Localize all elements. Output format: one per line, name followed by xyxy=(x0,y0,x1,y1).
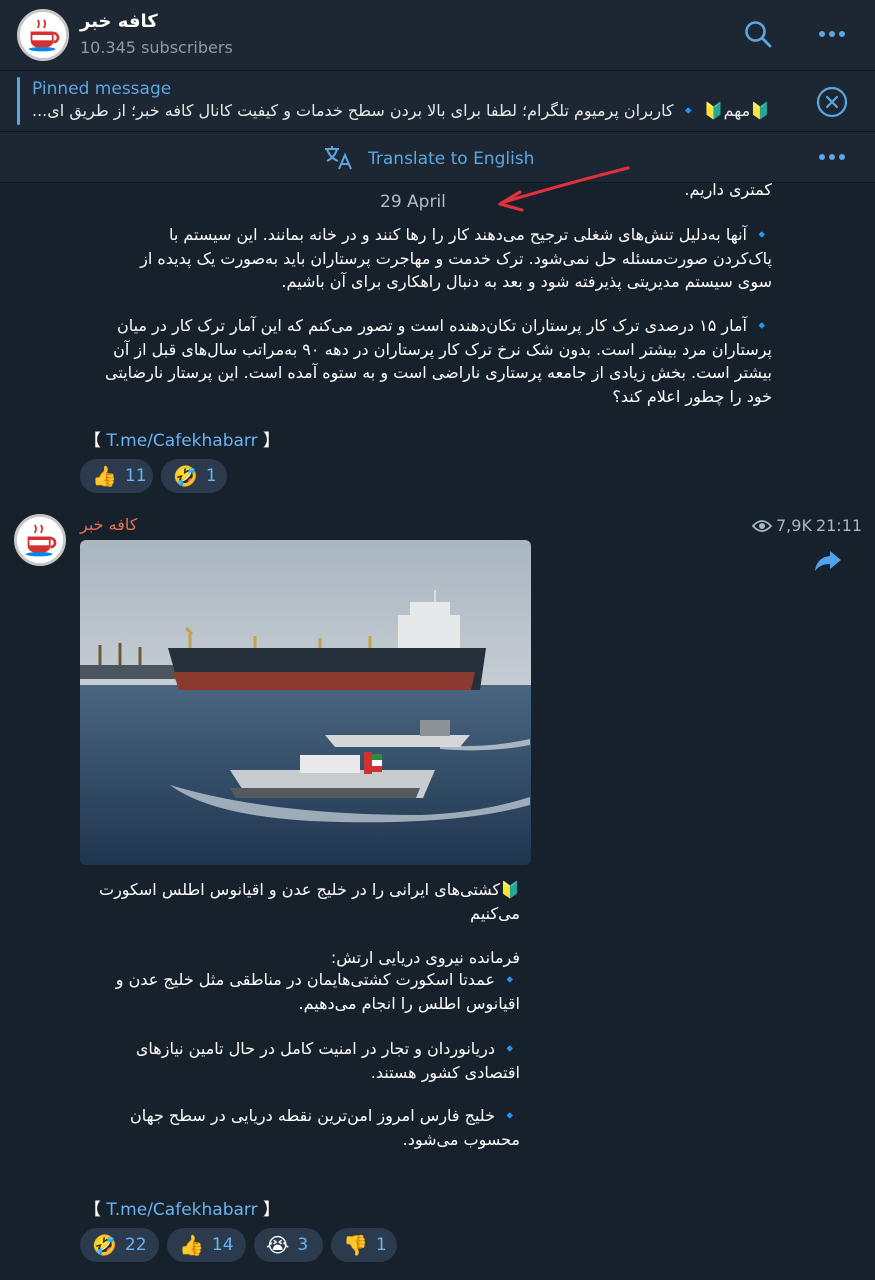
crying-icon: 😭 xyxy=(266,1233,290,1257)
reaction-count: 11 xyxy=(124,466,147,486)
text-line: 🔹 عمدتا اسکورت کشتی‌هایمان در مناطقی مثل… xyxy=(115,970,520,989)
more-icon xyxy=(819,31,845,37)
message2-point-1: 🔹 عمدتا اسکورت کشتی‌هایمان در مناطقی مثل… xyxy=(80,968,520,1015)
more-icon xyxy=(819,154,845,160)
text-line: می‌کنیم xyxy=(470,903,520,923)
share-icon xyxy=(815,551,841,571)
ship-photo-image xyxy=(80,540,531,865)
thumbs-up-icon: 👍 xyxy=(179,1233,204,1257)
reaction-count: 3 xyxy=(297,1235,309,1255)
reaction-rofl[interactable]: 🤣 22 xyxy=(80,1228,159,1262)
bracket-close: 】 xyxy=(263,1200,280,1220)
reaction-count: 14 xyxy=(211,1235,234,1255)
text-line: 🔹 آنها به‌دلیل تنش‌های شغلی ترجیح می‌دهن… xyxy=(168,225,772,244)
chat-header[interactable]: کافه خبر 10.345 subscribers xyxy=(0,0,875,70)
text-line: 🔹 دریانوردان و تجار در امنیت کامل در حال… xyxy=(135,1039,520,1058)
eye-icon xyxy=(752,519,772,532)
search-button[interactable] xyxy=(740,16,776,52)
reaction-rofl[interactable]: 🤣 1 xyxy=(161,459,227,493)
channel-logo-icon xyxy=(20,12,66,58)
date-separator: 29 April xyxy=(380,192,446,212)
translate-more-button[interactable] xyxy=(815,143,849,171)
text-line: اقتصادی کشور هستند. xyxy=(370,1062,520,1082)
reaction-crying[interactable]: 😭 3 xyxy=(254,1228,323,1262)
text-line: اقیانوس اطلس را انجام می‌دهیم. xyxy=(298,993,520,1013)
reaction-thumbs-up[interactable]: 👍 14 xyxy=(167,1228,246,1262)
message-author[interactable]: کافه خبر xyxy=(80,515,137,534)
reaction-thumbs-down[interactable]: 👎 1 xyxy=(331,1228,397,1262)
message1-paragraph-1: 🔹 آنها به‌دلیل تنش‌های شغلی ترجیح می‌دهن… xyxy=(80,223,772,294)
close-pinned-button[interactable] xyxy=(815,85,849,119)
text-line: 🔰کشتی‌های ایرانی را در خلیج عدن و اقیانو… xyxy=(99,880,520,899)
thumbs-up-icon: 👍 xyxy=(92,464,117,488)
text-line: فرمانده نیروی دریایی ارتش: xyxy=(330,948,520,967)
pinned-message-bar[interactable]: Pinned message 🔰مهم🔰 🔹 کاربران پرمیوم تل… xyxy=(0,70,875,131)
channel-link[interactable]: T.me/Cafekhabarr xyxy=(106,1200,257,1220)
translate-bar[interactable]: Translate to English xyxy=(0,131,875,183)
translate-icon xyxy=(325,146,352,170)
bracket-close: 】 xyxy=(263,431,280,451)
text-line: بیشتر است. بخش زیادی از جامعه پرستاری نا… xyxy=(105,363,772,382)
pinned-indicator xyxy=(17,77,20,125)
channel-avatar[interactable] xyxy=(17,9,69,61)
view-count: 7,9K xyxy=(776,516,812,535)
subscriber-count: 10.345 subscribers xyxy=(80,38,233,57)
message1-link-line: 【 T.me/Cafekhabarr 】 xyxy=(84,426,280,451)
close-icon xyxy=(816,86,848,118)
message-meta: 7,9K 21:11 xyxy=(752,516,862,535)
text-line: سوی سیستم مدیریتی پذیرفته شود و بعد به د… xyxy=(281,272,772,291)
reaction-count: 1 xyxy=(375,1235,387,1255)
search-icon xyxy=(745,21,772,48)
thumbs-down-icon: 👎 xyxy=(343,1233,368,1257)
message2-caption-title: 🔰کشتی‌های ایرانی را در خلیج عدن و اقیانو… xyxy=(80,878,520,925)
pinned-text: 🔰مهم🔰 🔹 کاربران پرمیوم تلگرام؛ لطفا برای… xyxy=(32,101,771,120)
channel-link[interactable]: T.me/Cafekhabarr xyxy=(106,431,257,451)
channel-title: کافه خبر xyxy=(80,11,158,32)
message2-point-3: 🔹 خلیج فارس امروز امن‌ترین نقطه دریایی د… xyxy=(80,1104,520,1151)
text-line: خود را چطور اعلام کند؟ xyxy=(612,386,772,406)
text-line: محسوب می‌شود. xyxy=(402,1129,520,1149)
message-avatar[interactable] xyxy=(14,514,66,566)
message-time: 21:11 xyxy=(815,516,863,535)
text-line: پرستاران مرد بیشتر است. بدون شک نرخ ترک … xyxy=(113,339,772,359)
message1-paragraph-2: 🔹 آمار ۱۵ درصدی ترک کار پرستاران تکان‌ده… xyxy=(80,314,772,408)
text-line: پاک‌کردن صورت‌مسئله حل نمی‌شود. ترک خدمت… xyxy=(140,248,772,268)
pinned-title: Pinned message xyxy=(32,79,172,99)
channel-logo-icon xyxy=(17,517,63,563)
message-photo[interactable] xyxy=(80,540,531,865)
reaction-thumbs-up[interactable]: 👍 11 xyxy=(80,459,153,493)
text-line: 🔹 خلیج فارس امروز امن‌ترین نقطه دریایی د… xyxy=(129,1106,520,1125)
rofl-icon: 🤣 xyxy=(92,1233,117,1257)
message2-link-line: 【 T.me/Cafekhabarr 】 xyxy=(84,1195,280,1220)
translate-icon-wrap xyxy=(322,142,354,172)
bracket-open: 【 xyxy=(84,431,101,451)
annotation-arrow-icon xyxy=(498,166,630,212)
reaction-count: 22 xyxy=(124,1235,147,1255)
text-line: 🔹 آمار ۱۵ درصدی ترک کار پرستاران تکان‌ده… xyxy=(116,316,772,335)
message2-commander: فرمانده نیروی دریایی ارتش: xyxy=(80,946,520,970)
bracket-open: 【 xyxy=(84,1200,101,1220)
rofl-icon: 🤣 xyxy=(173,464,198,488)
share-button[interactable] xyxy=(812,546,844,576)
more-button[interactable] xyxy=(815,20,849,48)
reaction-count: 1 xyxy=(205,466,217,486)
message2-point-2: 🔹 دریانوردان و تجار در امنیت کامل در حال… xyxy=(80,1037,520,1084)
